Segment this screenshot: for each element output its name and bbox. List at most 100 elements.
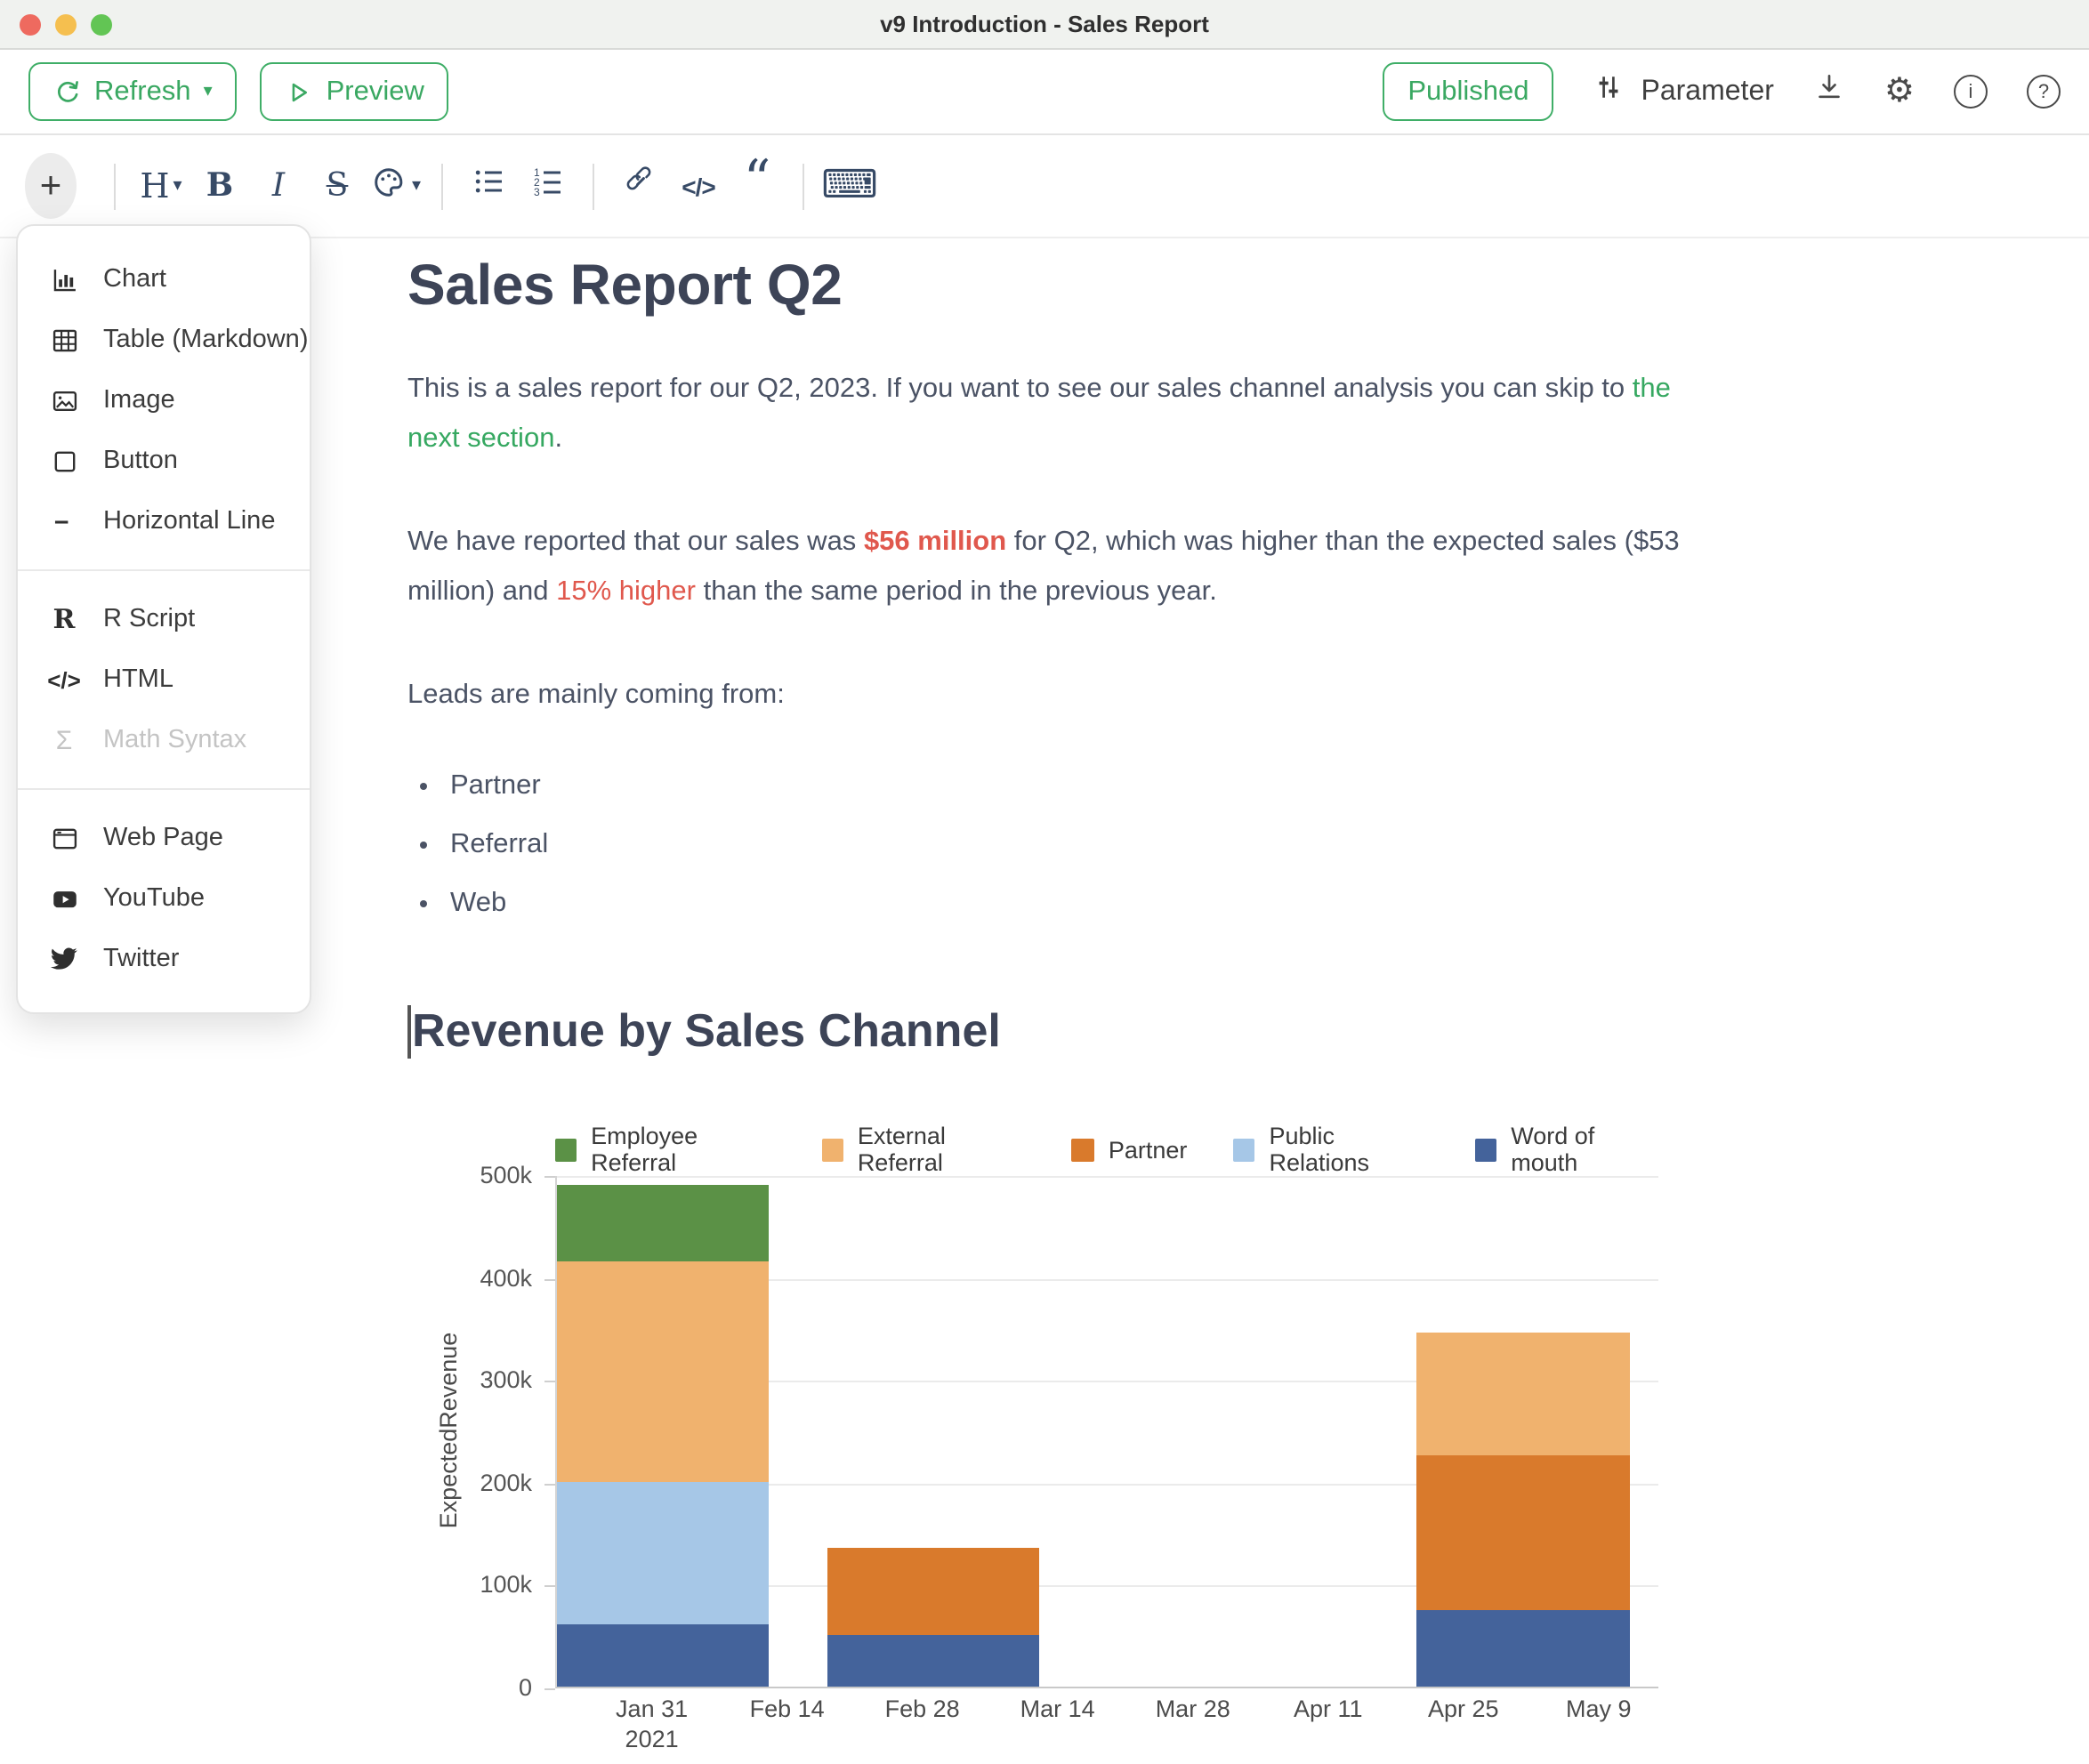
menu-item-label: Table (Markdown): [103, 326, 309, 354]
refresh-label: Refresh: [94, 76, 191, 108]
bar-segment: [557, 1185, 770, 1261]
legend-item: Employee Referral: [555, 1123, 776, 1176]
stacked-bar: [557, 1176, 770, 1687]
stacked-bar: [1417, 1176, 1630, 1687]
menu-item-html[interactable]: </> HTML: [18, 649, 310, 710]
italic-button[interactable]: I: [249, 156, 308, 216]
zoom-window-button[interactable]: [91, 13, 112, 35]
italic-icon: I: [272, 167, 285, 205]
toolbar-right-group: Published Parameter ⚙ i ?: [1383, 62, 2061, 121]
published-label: Published: [1407, 76, 1528, 108]
text-color-button[interactable]: ▾: [367, 156, 425, 216]
chevron-down-icon: ▾: [412, 177, 421, 195]
bullet-list-button[interactable]: [459, 156, 518, 216]
list-item: Partner: [447, 756, 1706, 815]
chart-icon: [48, 264, 80, 294]
legend-label: Employee Referral: [591, 1123, 776, 1176]
y-tick-mark: [544, 1484, 555, 1486]
chevron-down-icon: ▾: [173, 177, 182, 195]
legend-swatch-icon: [1233, 1138, 1254, 1161]
bar-segment: [557, 1482, 770, 1625]
download-button[interactable]: [1813, 71, 1845, 112]
list-item: Referral: [447, 815, 1706, 874]
toolbar-divider: [593, 163, 594, 209]
refresh-icon: [53, 77, 82, 106]
help-button[interactable]: ?: [2027, 75, 2061, 109]
list-item: Web: [447, 874, 1706, 932]
menu-item-horizontal-line[interactable]: Horizontal Line: [18, 491, 310, 552]
preview-label: Preview: [327, 76, 424, 108]
r-logo-icon: R: [48, 603, 80, 635]
text-cursor: [407, 1004, 410, 1058]
preview-button[interactable]: Preview: [261, 62, 449, 121]
blockquote-button[interactable]: “: [728, 156, 786, 216]
insert-block-button[interactable]: +: [25, 153, 77, 219]
menu-item-label: Math Syntax: [103, 726, 246, 754]
y-tick-mark: [544, 1176, 555, 1178]
link-icon: [622, 164, 657, 208]
parameter-button[interactable]: Parameter: [1593, 71, 1774, 112]
settings-gear-button[interactable]: ⚙: [1884, 75, 1915, 109]
x-tick-label: Feb 14: [750, 1694, 825, 1724]
document-editor[interactable]: Sales Report Q2 This is a sales report f…: [407, 253, 1706, 1745]
legend-item: External Referral: [822, 1123, 1025, 1176]
link-button[interactable]: [610, 156, 669, 216]
keyboard-shortcuts-button[interactable]: ⌨: [820, 156, 879, 216]
legend-swatch-icon: [555, 1138, 577, 1161]
menu-item-table-markdown[interactable]: Table (Markdown): [18, 310, 310, 370]
bold-button[interactable]: B: [190, 156, 249, 216]
menu-item-label: Chart: [103, 265, 166, 294]
intro-paragraph: This is a sales report for our Q2, 2023.…: [407, 365, 1706, 464]
heading-icon: H: [140, 166, 169, 205]
close-window-button[interactable]: [20, 13, 41, 35]
strikethrough-button[interactable]: S: [308, 156, 367, 216]
menu-divider: [18, 569, 310, 571]
numbered-list-button[interactable]: 123: [518, 156, 577, 216]
leads-list: Partner Referral Web: [447, 756, 1706, 932]
x-tick-label: Mar 14: [1020, 1694, 1095, 1724]
bar-segment: [1417, 1333, 1630, 1456]
y-tick-mark: [544, 1381, 555, 1382]
minimize-window-button[interactable]: [55, 13, 77, 35]
menu-item-chart[interactable]: Chart: [18, 249, 310, 310]
numbered-list-icon: 123: [529, 164, 565, 208]
bar-segment: [557, 1625, 770, 1687]
code-button[interactable]: </>: [669, 156, 728, 216]
menu-item-button[interactable]: Button: [18, 431, 310, 491]
menu-item-image[interactable]: Image: [18, 370, 310, 431]
info-button[interactable]: i: [1954, 75, 1988, 109]
leads-paragraph: Leads are mainly coming from:: [407, 671, 1706, 721]
heading-button[interactable]: H ▾: [132, 156, 190, 216]
y-tick-label: 0: [407, 1674, 532, 1701]
menu-item-youtube[interactable]: YouTube: [18, 868, 310, 929]
menu-item-web-page[interactable]: Web Page: [18, 808, 310, 868]
chart-xaxis: Jan 312021Feb 14Feb 28Mar 14Mar 28Apr 11…: [555, 1694, 1657, 1747]
menu-item-label: YouTube: [103, 884, 205, 913]
menu-item-label: Button: [103, 447, 178, 475]
x-tick-label: Mar 28: [1156, 1694, 1230, 1724]
keyboard-icon: ⌨: [821, 164, 878, 208]
published-button[interactable]: Published: [1383, 62, 1553, 121]
bold-icon: B: [206, 167, 233, 205]
refresh-button[interactable]: Refresh ▾: [28, 62, 238, 121]
bar-segment: [827, 1549, 1040, 1636]
y-tick-label: 500k: [407, 1162, 532, 1188]
legend-label: Word of mouth: [1511, 1123, 1657, 1176]
menu-item-twitter[interactable]: Twitter: [18, 929, 310, 989]
stacked-bar: [827, 1176, 1040, 1687]
menu-divider: [18, 788, 310, 790]
app-toolbar: Refresh ▾ Preview Published Parameter ⚙: [0, 50, 2089, 135]
toolbar-divider: [114, 163, 116, 209]
menu-item-label: HTML: [103, 665, 173, 694]
menu-item-label: Image: [103, 386, 175, 415]
revenue-chart: Employee Referral External Referral Partne…: [407, 1119, 1706, 1745]
menu-item-r-script[interactable]: R R Script: [18, 589, 310, 649]
menu-item-label: Horizontal Line: [103, 507, 275, 536]
insert-menu-group-blocks: Chart Table (Markdown) Image Button: [18, 240, 310, 560]
youtube-icon: [48, 883, 80, 914]
twitter-icon: [48, 945, 80, 973]
y-tick-label: 400k: [407, 1264, 532, 1291]
quote-icon: “: [744, 172, 771, 200]
parameter-label: Parameter: [1641, 76, 1774, 108]
legend-label: Partner: [1109, 1136, 1188, 1163]
